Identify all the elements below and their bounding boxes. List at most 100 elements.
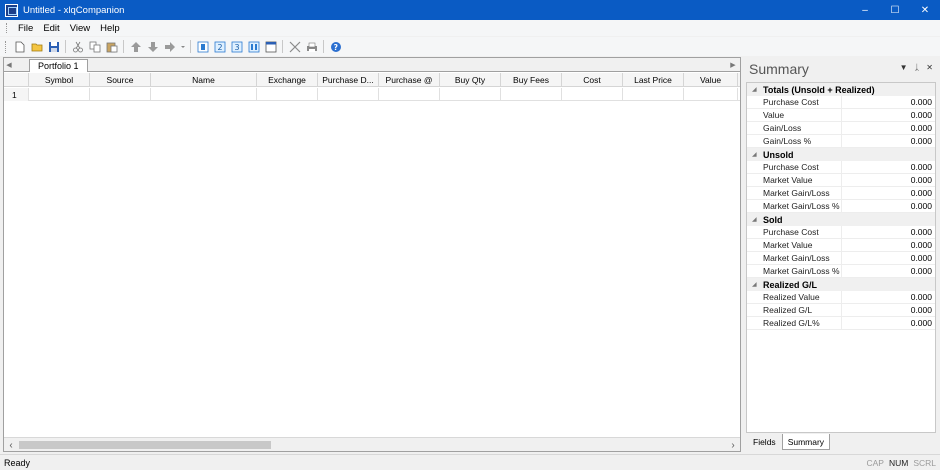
menu-file[interactable]: File: [13, 23, 38, 34]
cell-source[interactable]: [90, 88, 151, 101]
column-header-source[interactable]: Source: [90, 73, 151, 87]
tab-scroll-left-icon[interactable]: ◀: [4, 58, 14, 71]
move-up-icon[interactable]: [129, 40, 143, 54]
horizontal-scrollbar[interactable]: ‹ ›: [4, 437, 740, 451]
panel-dropdown-icon[interactable]: ▼: [900, 63, 908, 72]
cell-last-price[interactable]: [623, 88, 684, 101]
panel-close-icon[interactable]: ✕: [926, 63, 933, 72]
cell-buy-fees[interactable]: [501, 88, 562, 101]
pin-icon[interactable]: ᛣ: [914, 63, 919, 72]
toolbar-separator: [123, 40, 124, 53]
app-icon[interactable]: [5, 3, 18, 17]
grid-corner[interactable]: [4, 73, 29, 87]
cell-purchase-at[interactable]: [379, 88, 440, 101]
cell-symbol[interactable]: [29, 88, 90, 101]
summary-row[interactable]: Market Value 0.000: [747, 174, 935, 187]
summary-row[interactable]: Realized Value 0.000: [747, 291, 935, 304]
window-icon[interactable]: [264, 40, 278, 54]
cell-value[interactable]: [684, 88, 738, 101]
summary-row-value: 0.000: [910, 162, 932, 172]
tab-summary[interactable]: Summary: [781, 434, 831, 450]
column-3-icon[interactable]: 3: [230, 40, 244, 54]
column-header-last-price[interactable]: Last Price: [623, 73, 684, 87]
summary-row-label: Market Value: [747, 174, 842, 186]
svg-text:3: 3: [234, 43, 239, 52]
toolbar-grip[interactable]: [5, 40, 8, 53]
column-header-symbol[interactable]: Symbol: [29, 73, 90, 87]
summary-row[interactable]: Value 0.000: [747, 109, 935, 122]
summary-row[interactable]: Realized G/L 0.000: [747, 304, 935, 317]
summary-row[interactable]: Market Gain/Loss 0.000: [747, 252, 935, 265]
row-number[interactable]: 1: [4, 88, 29, 101]
minimize-button[interactable]: –: [850, 0, 880, 20]
collapse-icon[interactable]: ◢: [752, 151, 763, 158]
toolbar-separator: [282, 40, 283, 53]
table-row[interactable]: 1: [4, 88, 740, 101]
column-header-name[interactable]: Name: [151, 73, 257, 87]
open-icon[interactable]: [30, 40, 44, 54]
cut-icon[interactable]: [71, 40, 85, 54]
column-header-buy-fees[interactable]: Buy Fees: [501, 73, 562, 87]
section-title: Realized G/L: [763, 279, 818, 290]
cell-name[interactable]: [151, 88, 257, 101]
copy-icon[interactable]: [88, 40, 102, 54]
summary-row[interactable]: Purchase Cost 0.000: [747, 96, 935, 109]
menu-view[interactable]: View: [65, 23, 95, 34]
maximize-button[interactable]: ☐: [880, 0, 910, 20]
section-sold[interactable]: ◢ Sold: [747, 213, 935, 226]
close-button[interactable]: ✕: [910, 0, 940, 20]
cell-buy-qty[interactable]: [440, 88, 501, 101]
column-header-exchange[interactable]: Exchange: [257, 73, 318, 87]
summary-row-label: Market Value: [747, 239, 842, 251]
menu-help[interactable]: Help: [95, 23, 125, 34]
summary-row[interactable]: Purchase Cost 0.000: [747, 161, 935, 174]
column-header-buy-qty[interactable]: Buy Qty: [440, 73, 501, 87]
summary-row[interactable]: Gain/Loss % 0.000: [747, 135, 935, 148]
column-header-purchase-date[interactable]: Purchase D...: [318, 73, 379, 87]
section-realized[interactable]: ◢ Realized G/L: [747, 278, 935, 291]
summary-row[interactable]: Market Gain/Loss % 0.000: [747, 265, 935, 278]
summary-row[interactable]: Realized G/L% 0.000: [747, 317, 935, 330]
menu-edit[interactable]: Edit: [38, 23, 64, 34]
column-header-value[interactable]: Value: [684, 73, 738, 87]
cell-exchange[interactable]: [257, 88, 318, 101]
summary-row-value: 0.000: [910, 266, 932, 276]
summary-row[interactable]: Market Value 0.000: [747, 239, 935, 252]
summary-row[interactable]: Market Gain/Loss 0.000: [747, 187, 935, 200]
section-title: Sold: [763, 214, 783, 225]
new-icon[interactable]: [13, 40, 27, 54]
scroll-right-icon[interactable]: ›: [726, 438, 740, 452]
scroll-left-icon[interactable]: ‹: [4, 438, 18, 452]
section-unsold[interactable]: ◢ Unsold: [747, 148, 935, 161]
summary-row[interactable]: Market Gain/Loss % 0.000: [747, 200, 935, 213]
column-2-icon[interactable]: 2: [213, 40, 227, 54]
collapse-icon[interactable]: ◢: [752, 216, 763, 223]
cell-cost[interactable]: [562, 88, 623, 101]
summary-row-value: 0.000: [910, 240, 932, 250]
tab-portfolio-1[interactable]: Portfolio 1: [29, 59, 88, 72]
column-header-purchase-at[interactable]: Purchase @: [379, 73, 440, 87]
portfolio-document: ◀ Portfolio 1 ▶ Symbol Source Name Excha…: [3, 57, 741, 452]
scroll-thumb[interactable]: [19, 441, 271, 449]
summary-row[interactable]: Purchase Cost 0.000: [747, 226, 935, 239]
print-icon[interactable]: [305, 40, 319, 54]
split-icon[interactable]: [288, 40, 302, 54]
caps-lock-indicator: CAP: [866, 458, 884, 468]
cell-purchase-date[interactable]: [318, 88, 379, 101]
collapse-icon[interactable]: ◢: [752, 86, 763, 93]
paste-icon[interactable]: [105, 40, 119, 54]
move-down-icon[interactable]: [146, 40, 160, 54]
dropdown-arrow-icon[interactable]: [180, 40, 186, 54]
summary-row[interactable]: Gain/Loss 0.000: [747, 122, 935, 135]
menu-grip[interactable]: [6, 23, 9, 33]
section-totals[interactable]: ◢ Totals (Unsold + Realized): [747, 83, 935, 96]
column-1-icon[interactable]: [196, 40, 210, 54]
column-header-cost[interactable]: Cost: [562, 73, 623, 87]
save-icon[interactable]: [47, 40, 61, 54]
move-right-icon[interactable]: [163, 40, 177, 54]
tab-scroll-right-icon[interactable]: ▶: [728, 58, 738, 71]
collapse-icon[interactable]: ◢: [752, 281, 763, 288]
column-4-icon[interactable]: [247, 40, 261, 54]
tab-fields[interactable]: Fields: [747, 434, 782, 450]
help-icon[interactable]: ?: [329, 40, 343, 54]
